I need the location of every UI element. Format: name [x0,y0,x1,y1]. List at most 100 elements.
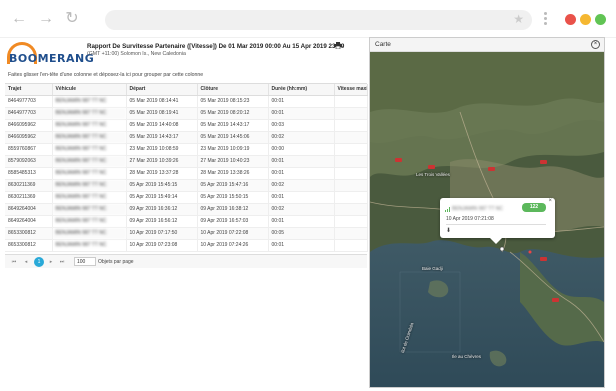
speed-badge: 122 [522,203,546,212]
window-dot-yellow[interactable] [580,14,591,25]
table-cell: 05 Apr 2019 15:45:15 [126,179,198,192]
table-cell: 05 Mar 2019 08:14:41 [126,95,198,108]
table-row[interactable]: 8653300812 BENJAMIN 987 TT NC 10 Apr 2019 … [5,239,368,252]
table-row[interactable]: 8585485313 BENJAMIN 987 TT NC 28 Mar 2019 … [5,167,368,180]
table-cell: BENJAMIN 987 TT NC [52,95,127,108]
table-cell: 05 Apr 2019 15:47:16 [197,179,269,192]
table-row[interactable]: 8649264004 BENJAMIN 987 TT NC 09 Apr 2019 … [5,215,368,228]
table-cell: 8466095962 [5,119,53,132]
column-header[interactable]: Trajet [5,84,53,96]
table-cell: 8630211369 [5,191,53,204]
table-cell [334,203,368,216]
table-cell: BENJAMIN 987 TT NC [52,227,127,240]
table-cell: 00:01 [268,167,335,180]
table-cell [334,179,368,192]
forward-icon[interactable]: → [37,10,55,28]
table-cell [334,215,368,228]
column-header[interactable]: Vitesse maxi [334,84,368,96]
table-cell: BENJAMIN 987 TT NC [52,143,127,156]
table-cell: 8630211369 [5,179,53,192]
table-cell: 27 Mar 2019 10:39:26 [126,155,198,168]
table-cell: 05 Apr 2019 15:50:15 [197,191,269,204]
signal-icon [445,207,451,212]
vehicle-popup[interactable]: BENJAMIN 987 TT NC 122 × 10 Apr 2019 07:… [440,198,555,244]
table-cell [334,155,368,168]
column-header[interactable]: Véhicule [52,84,127,96]
table-cell: 05 Mar 2019 14:43:17 [126,131,198,144]
close-icon[interactable]: × [591,40,600,49]
table-cell: 00:00 [268,143,335,156]
download-icon[interactable]: ⬇ [446,227,451,234]
address-bar[interactable]: ★ [105,10,532,30]
column-header[interactable]: Clôture [197,84,269,96]
report-subtitle: (GMT +11:00) Solomon Is., New Caledonia [87,51,186,57]
map-header: Carte × [370,38,604,52]
table-cell [334,119,368,132]
table-row[interactable]: 8464977703 BENJAMIN 987 TT NC 05 Mar 2019 … [5,95,368,108]
satellite-map[interactable]: Les Trois Vallées Baie Gadji Ilot de Oui… [370,52,604,387]
table-cell: 8579092063 [5,155,53,168]
back-icon[interactable]: ← [10,10,28,28]
table-cell: 27 Mar 2019 10:40:23 [197,155,269,168]
table-cell [334,131,368,144]
table-cell: 23 Mar 2019 10:08:59 [126,143,198,156]
print-icon[interactable] [334,42,342,49]
first-page-button[interactable]: ⏮ [10,258,18,266]
column-header[interactable]: Départ [126,84,198,96]
table-cell: 28 Mar 2019 13:38:26 [197,167,269,180]
table-cell: 00:03 [268,119,335,132]
table-cell: 00:01 [268,215,335,228]
star-icon[interactable]: ★ [513,12,524,26]
table-row[interactable]: 8649264004 BENJAMIN 987 TT NC 09 Apr 2019 … [5,203,368,216]
table-cell: 05 Mar 2019 14:43:17 [197,119,269,132]
map-title: Carte [375,41,391,48]
table-row[interactable]: 8466095962 BENJAMIN 987 TT NC 05 Mar 2019 … [5,119,368,132]
table-row[interactable]: 8630211369 BENJAMIN 987 TT NC 05 Apr 2019 … [5,191,368,204]
table-cell [334,191,368,204]
next-page-button[interactable]: ▸ [47,258,55,266]
table-cell: 8466095962 [5,131,53,144]
table-cell: 00:01 [268,107,335,120]
reload-icon[interactable]: ↻ [63,10,81,28]
logo-text: BOOMERANG [9,52,95,65]
window-dot-green[interactable] [595,14,606,25]
menu-icon[interactable] [544,12,548,28]
current-page[interactable]: 1 [34,257,44,267]
table-cell: 8585485313 [5,167,53,180]
table-row[interactable]: 8466095962 BENJAMIN 987 TT NC 05 Mar 2019 … [5,131,368,144]
prev-page-button[interactable]: ◂ [22,258,30,266]
table-cell: 8464977703 [5,95,53,108]
window-dot-red[interactable] [565,14,576,25]
table-row[interactable]: 8559760867 BENJAMIN 987 TT NC 23 Mar 2019 … [5,143,368,156]
group-by-hint[interactable]: Faites glisser l'en-tête d'une colonne e… [5,72,367,78]
report-panel: BOOMERANG Rapport De Survitesse Partenai… [5,40,368,388]
table-cell: BENJAMIN 987 TT NC [52,119,127,132]
table-cell: 09 Apr 2019 16:57:03 [197,215,269,228]
table-cell: 05 Mar 2019 08:15:23 [197,95,269,108]
page-size-select[interactable]: 100 [74,257,96,266]
last-page-button[interactable]: ⏭ [58,258,66,266]
table-cell: BENJAMIN 987 TT NC [52,191,127,204]
table-cell [334,143,368,156]
table-cell [334,227,368,240]
column-header[interactable]: Durée (hh:mm) [268,84,335,96]
table-row[interactable]: 8464977703 BENJAMIN 987 TT NC 05 Mar 2019 … [5,107,368,120]
table-cell: 00:05 [268,227,335,240]
table-row[interactable]: 8630211369 BENJAMIN 987 TT NC 05 Apr 2019 … [5,179,368,192]
road-badge-icon [540,257,547,261]
table-cell: BENJAMIN 987 TT NC [52,203,127,216]
table-row[interactable]: 8579092063 BENJAMIN 987 TT NC 27 Mar 2019 … [5,155,368,168]
table-cell: 09 Apr 2019 16:36:12 [126,203,198,216]
table-cell: 8559760867 [5,143,53,156]
table-cell: 10 Apr 2019 07:23:08 [126,239,198,252]
table-cell [334,95,368,108]
popup-close-icon[interactable]: × [548,198,552,204]
browser-toolbar: ← → ↻ ★ [0,0,616,38]
table-cell: 00:02 [268,179,335,192]
table-cell: 28 Mar 2019 13:37:28 [126,167,198,180]
table-cell: 8653300812 [5,227,53,240]
table-cell: BENJAMIN 987 TT NC [52,155,127,168]
table-cell: 00:01 [268,155,335,168]
table-row[interactable]: 8653300812 BENJAMIN 987 TT NC 10 Apr 2019 … [5,227,368,240]
table-cell: 8649264004 [5,215,53,228]
